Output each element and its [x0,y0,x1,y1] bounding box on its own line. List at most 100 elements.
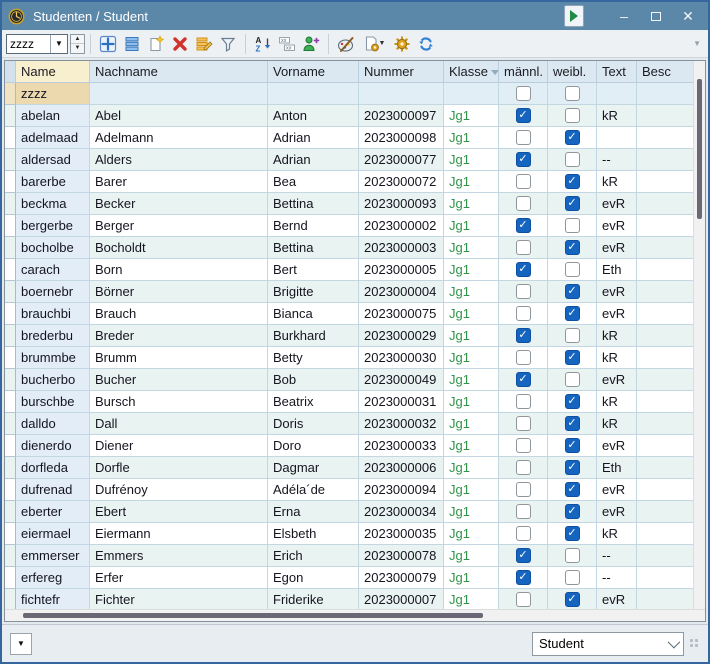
cell-klasse[interactable]: Jg1 [444,479,499,501]
table-row[interactable]: dalldoDallDoris2023000032Jg1✓kR [5,413,705,435]
cell-maennl[interactable]: ✓ [499,325,548,347]
checkbox-checked-icon[interactable]: ✓ [516,570,531,585]
row-gutter-cell[interactable] [5,127,16,149]
checkbox-unchecked-icon[interactable] [565,372,580,387]
cell-maennl[interactable] [499,501,548,523]
checkbox-checked-icon[interactable]: ✓ [565,504,580,519]
cell-name[interactable]: adelmaad [16,127,90,149]
cell-weibl[interactable]: ✓ [548,435,597,457]
checkbox-unchecked-icon[interactable] [565,548,580,563]
checkbox-unchecked-icon[interactable] [516,482,531,497]
cell-weibl[interactable]: ✓ [548,413,597,435]
cell-vorname[interactable]: Doro [268,435,359,457]
row-gutter-cell[interactable] [5,589,16,611]
filter-cell-klasse[interactable] [444,83,499,105]
cell-nummer[interactable]: 2023000003 [359,237,444,259]
cell-maennl[interactable] [499,435,548,457]
cell-maennl[interactable] [499,347,548,369]
cell-klasse[interactable]: Jg1 [444,149,499,171]
cell-maennl[interactable]: ✓ [499,259,548,281]
cell-nummer[interactable]: 2023000077 [359,149,444,171]
spinner-down-icon[interactable]: ▼ [71,44,84,53]
cell-klasse[interactable]: Jg1 [444,127,499,149]
row-gutter-cell[interactable] [5,435,16,457]
cell-text[interactable]: kR [597,105,637,127]
cell-vorname[interactable]: Elsbeth [268,523,359,545]
cell-nachname[interactable]: Bucher [90,369,268,391]
refresh-button[interactable] [414,32,438,56]
cell-text[interactable]: kR [597,413,637,435]
cell-name[interactable]: dorfleda [16,457,90,479]
table-row[interactable]: brederbuBrederBurkhard2023000029Jg1✓kR [5,325,705,347]
cell-weibl[interactable] [548,545,597,567]
table-row[interactable]: aldersadAldersAdrian2023000077Jg1✓-- [5,149,705,171]
checkbox-checked-icon[interactable]: ✓ [516,218,531,233]
cell-maennl[interactable] [499,237,548,259]
row-gutter-cell[interactable] [5,215,16,237]
cell-maennl[interactable] [499,281,548,303]
cell-text[interactable]: evR [597,589,637,611]
cell-maennl[interactable] [499,413,548,435]
cell-maennl[interactable] [499,479,548,501]
minimize-button[interactable]: – [610,5,638,27]
values-button[interactable]: xx xx [275,32,299,56]
cell-text[interactable]: kR [597,325,637,347]
cell-vorname[interactable]: Bert [268,259,359,281]
record-spinner[interactable]: ▲ ▼ [70,34,85,54]
cell-klasse[interactable]: Jg1 [444,413,499,435]
cell-klasse[interactable]: Jg1 [444,391,499,413]
checkbox-unchecked-icon[interactable] [516,174,531,189]
cell-weibl[interactable]: ✓ [548,237,597,259]
cell-klasse[interactable]: Jg1 [444,259,499,281]
row-gutter-cell[interactable] [5,567,16,589]
cell-vorname[interactable]: Adrian [268,127,359,149]
row-gutter-cell[interactable] [5,391,16,413]
cell-text[interactable]: kR [597,171,637,193]
cell-text[interactable]: kR [597,347,637,369]
cell-klasse[interactable]: Jg1 [444,567,499,589]
cell-nummer[interactable]: 2023000005 [359,259,444,281]
table-row[interactable]: barerbeBarerBea2023000072Jg1✓kR [5,171,705,193]
checkbox-unchecked-icon[interactable] [516,460,531,475]
sort-button[interactable]: A Z [251,32,275,56]
cell-weibl[interactable]: ✓ [548,171,597,193]
cell-vorname[interactable]: Dagmar [268,457,359,479]
checkbox-unchecked-icon[interactable] [516,504,531,519]
cell-vorname[interactable]: Erna [268,501,359,523]
gutter-header-cell[interactable] [5,61,16,83]
cell-nachname[interactable]: Diener [90,435,268,457]
cell-maennl[interactable]: ✓ [499,545,548,567]
row-gutter-cell[interactable] [5,237,16,259]
combobox-dropdown-icon[interactable]: ▼ [50,35,67,53]
cell-name[interactable]: bucherbo [16,369,90,391]
cell-klasse[interactable]: Jg1 [444,303,499,325]
checkbox-checked-icon[interactable]: ✓ [516,372,531,387]
column-header-nachname[interactable]: Nachname [90,61,268,83]
row-gutter-cell[interactable] [5,193,16,215]
checkbox-unchecked-icon[interactable] [516,240,531,255]
checkbox-unchecked-icon[interactable] [516,86,531,101]
cell-maennl[interactable] [499,457,548,479]
row-gutter-cell[interactable] [5,369,16,391]
checkbox-unchecked-icon[interactable] [516,130,531,145]
cell-weibl[interactable]: ✓ [548,347,597,369]
table-row[interactable]: adelmaadAdelmannAdrian2023000098Jg1✓ [5,127,705,149]
checkbox-unchecked-icon[interactable] [516,350,531,365]
cell-vorname[interactable]: Bianca [268,303,359,325]
table-row[interactable]: dufrenadDufrénoyAdéla´de2023000094Jg1✓ev… [5,479,705,501]
table-row[interactable]: eberterEbertErna2023000034Jg1✓evR [5,501,705,523]
cell-maennl[interactable]: ✓ [499,567,548,589]
checkbox-checked-icon[interactable]: ✓ [565,460,580,475]
cell-weibl[interactable]: ✓ [548,479,597,501]
cell-nachname[interactable]: Born [90,259,268,281]
cell-klasse[interactable]: Jg1 [444,501,499,523]
cell-maennl[interactable]: ✓ [499,369,548,391]
table-row[interactable]: abelanAbelAnton2023000097Jg1✓kR [5,105,705,127]
cell-text[interactable]: Eth [597,259,637,281]
cell-nachname[interactable]: Adelmann [90,127,268,149]
cell-vorname[interactable]: Bernd [268,215,359,237]
row-gutter-cell[interactable] [5,347,16,369]
delete-record-button[interactable] [168,32,192,56]
cell-text[interactable]: kR [597,523,637,545]
filter-cell-nummer[interactable] [359,83,444,105]
